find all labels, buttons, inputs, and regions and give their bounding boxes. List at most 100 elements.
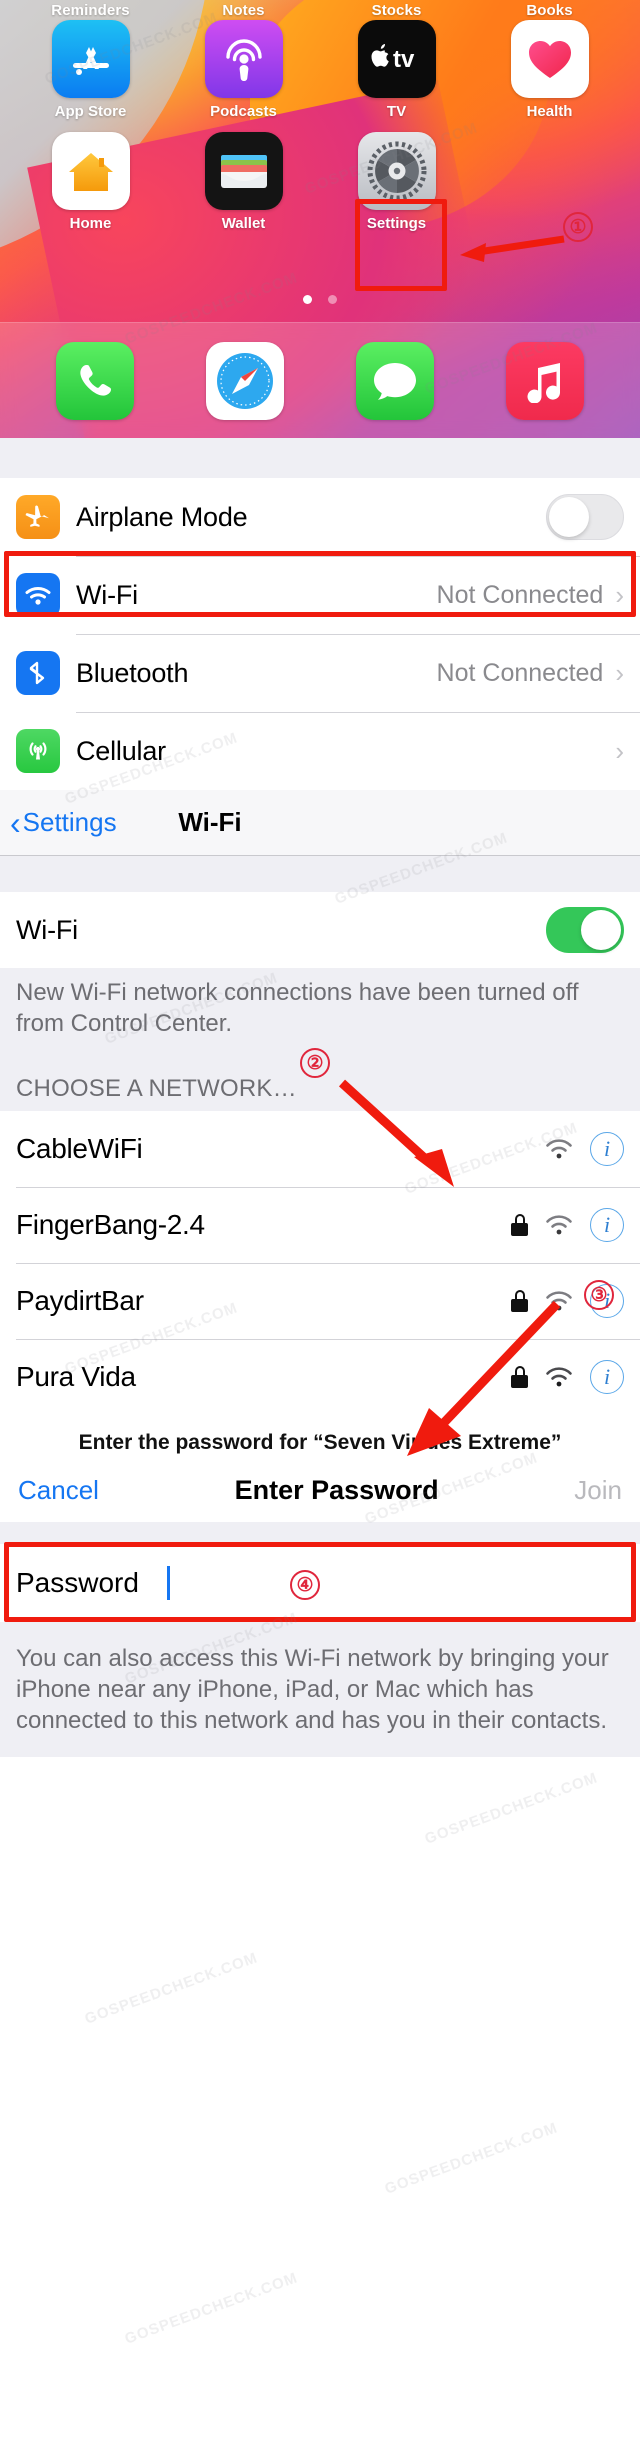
lock-icon <box>511 1366 528 1389</box>
page-indicator[interactable] <box>0 295 640 304</box>
messages-icon[interactable] <box>356 341 434 420</box>
chevron-right-icon: › <box>615 736 624 766</box>
watermark: GOSPEEDCHECK.COM <box>422 1769 601 1848</box>
wifi-status-value: Not Connected <box>436 580 604 609</box>
settings-row-label: Cellular <box>76 735 166 766</box>
app-label-books: Books <box>526 2 573 19</box>
network-row-cablewifi[interactable]: CableWiFi i <box>0 1111 640 1188</box>
home-label: Home <box>69 215 112 232</box>
app-tile-podcasts[interactable]: Podcasts <box>167 20 320 120</box>
info-icon[interactable]: i <box>590 1284 624 1319</box>
tv-label: TV <box>386 103 407 120</box>
airplane-mode-toggle[interactable] <box>546 494 624 540</box>
safari-icon[interactable] <box>206 341 284 420</box>
podcasts-label: Podcasts <box>210 103 277 120</box>
join-button[interactable]: Join <box>574 1475 622 1506</box>
app-tile-home[interactable]: Home <box>14 132 167 232</box>
page-dot-1[interactable] <box>303 295 312 304</box>
text-cursor <box>166 1566 170 1601</box>
settings-row-control: Not Connected › <box>437 581 624 610</box>
wifi-toggle[interactable] <box>546 907 624 953</box>
wifi-toggle-gap <box>0 856 640 892</box>
settings-top-gap <box>0 438 640 478</box>
password-prompt-text: Enter the password for “Seven Virtues Ex… <box>0 1415 640 1470</box>
app-tile-settings[interactable]: Settings <box>320 132 473 232</box>
network-name: FingerBang-2.4 <box>16 1209 205 1241</box>
settings-row-control[interactable] <box>546 494 624 540</box>
password-dialog-title: Enter Password <box>234 1475 439 1506</box>
cellular-icon <box>16 729 60 773</box>
network-row-icons: i <box>544 1132 624 1167</box>
podcasts-icon[interactable] <box>204 20 283 98</box>
settings-row-control: Not Connected › <box>437 659 624 688</box>
settings-row-cellular[interactable]: Cellular › <box>0 712 640 790</box>
password-input-placeholder: Password <box>16 1567 139 1599</box>
dock-tile-safari[interactable] <box>170 341 320 420</box>
iphone-home-screen: Reminders Notes Stocks Books App Store P… <box>0 0 640 438</box>
settings-connectivity-group: Airplane Mode Wi-Fi Not Connected › Blue… <box>0 478 640 790</box>
wifi-toggle-label: Wi-Fi <box>16 914 78 945</box>
page-title-text: Wi-Fi <box>178 807 242 837</box>
network-list: CableWiFi i FingerBang-2.4 i PaydirtBar … <box>0 1111 640 1416</box>
back-button-label: Settings <box>22 807 117 837</box>
settings-row-label: Bluetooth <box>76 657 189 688</box>
dock-tile-music[interactable] <box>470 341 620 420</box>
wifi-signal-icon <box>546 1215 572 1235</box>
tv-icon[interactable]: tv <box>357 20 436 98</box>
app-store-icon[interactable] <box>51 20 130 98</box>
network-row-icons: i <box>511 1284 624 1319</box>
choose-network-header: CHOOSE A NETWORK… <box>0 1059 640 1112</box>
app-tile-app-store[interactable]: App Store <box>14 20 167 120</box>
password-footer-text: You can also access this Wi-Fi network b… <box>0 1622 640 1757</box>
app-label-stocks: Stocks <box>371 2 422 19</box>
chevron-left-icon: ‹ <box>10 804 21 841</box>
home-icon[interactable] <box>51 132 130 210</box>
dock-tile-messages[interactable] <box>320 341 470 420</box>
wallet-icon[interactable] <box>204 132 283 210</box>
home-app-row-1: App Store Podcasts tv TV Health <box>14 20 626 120</box>
wifi-signal-icon <box>546 1367 572 1387</box>
settings-row-wifi[interactable]: Wi-Fi Not Connected › <box>0 556 640 634</box>
network-row-pura-vida[interactable]: Pura Vida i <box>0 1339 640 1416</box>
chevron-right-icon: › <box>615 580 624 610</box>
app-tile-empty <box>473 132 626 232</box>
page-dot-2[interactable] <box>328 295 337 304</box>
watermark: GOSPEEDCHECK.COM <box>382 2119 561 2198</box>
music-icon[interactable] <box>506 341 584 420</box>
network-row-paydirtbar[interactable]: PaydirtBar i <box>0 1263 640 1340</box>
home-app-row-2: Home Wallet Settings <box>14 132 626 232</box>
airplane-icon <box>16 495 60 539</box>
settings-label: Settings <box>366 215 427 232</box>
network-row-icons: i <box>511 1208 624 1243</box>
cancel-button[interactable]: Cancel <box>18 1475 99 1506</box>
settings-icon[interactable] <box>357 132 436 210</box>
watermark: GOSPEEDCHECK.COM <box>82 1949 261 2028</box>
lock-icon <box>511 1214 528 1237</box>
wallet-label: Wallet <box>221 215 266 232</box>
wifi-page-navbar: ‹ Settings Wi-Fi <box>0 790 640 856</box>
settings-row-label: Airplane Mode <box>76 501 248 532</box>
phone-icon[interactable] <box>56 341 134 420</box>
network-row-fingerbang[interactable]: FingerBang-2.4 i <box>0 1187 640 1264</box>
network-name: CableWiFi <box>16 1133 143 1165</box>
back-to-settings-button[interactable]: ‹ Settings <box>10 807 117 839</box>
app-tile-tv[interactable]: tv TV <box>320 20 473 120</box>
info-icon[interactable]: i <box>590 1208 624 1243</box>
home-app-grid: App Store Podcasts tv TV Health Home Wal… <box>0 20 640 232</box>
wifi-master-toggle-row[interactable]: Wi-Fi <box>0 892 640 968</box>
home-top-row-labels: Reminders Notes Stocks Books <box>0 0 640 19</box>
wifi-toggle-control[interactable] <box>546 907 624 953</box>
dock-tile-phone[interactable] <box>20 341 170 420</box>
health-icon[interactable] <box>510 20 589 98</box>
app-tile-health[interactable]: Health <box>473 20 626 120</box>
wifi-icon <box>16 573 60 617</box>
lock-icon <box>511 1290 528 1313</box>
settings-row-airplane-mode[interactable]: Airplane Mode <box>0 478 640 556</box>
info-icon[interactable]: i <box>590 1132 624 1167</box>
info-icon[interactable]: i <box>590 1360 624 1395</box>
settings-row-bluetooth[interactable]: Bluetooth Not Connected › <box>0 634 640 712</box>
app-tile-wallet[interactable]: Wallet <box>167 132 320 232</box>
annotation-marker-1: ① <box>563 212 593 242</box>
health-label: Health <box>526 103 573 120</box>
password-input-row[interactable]: Password <box>0 1544 640 1623</box>
